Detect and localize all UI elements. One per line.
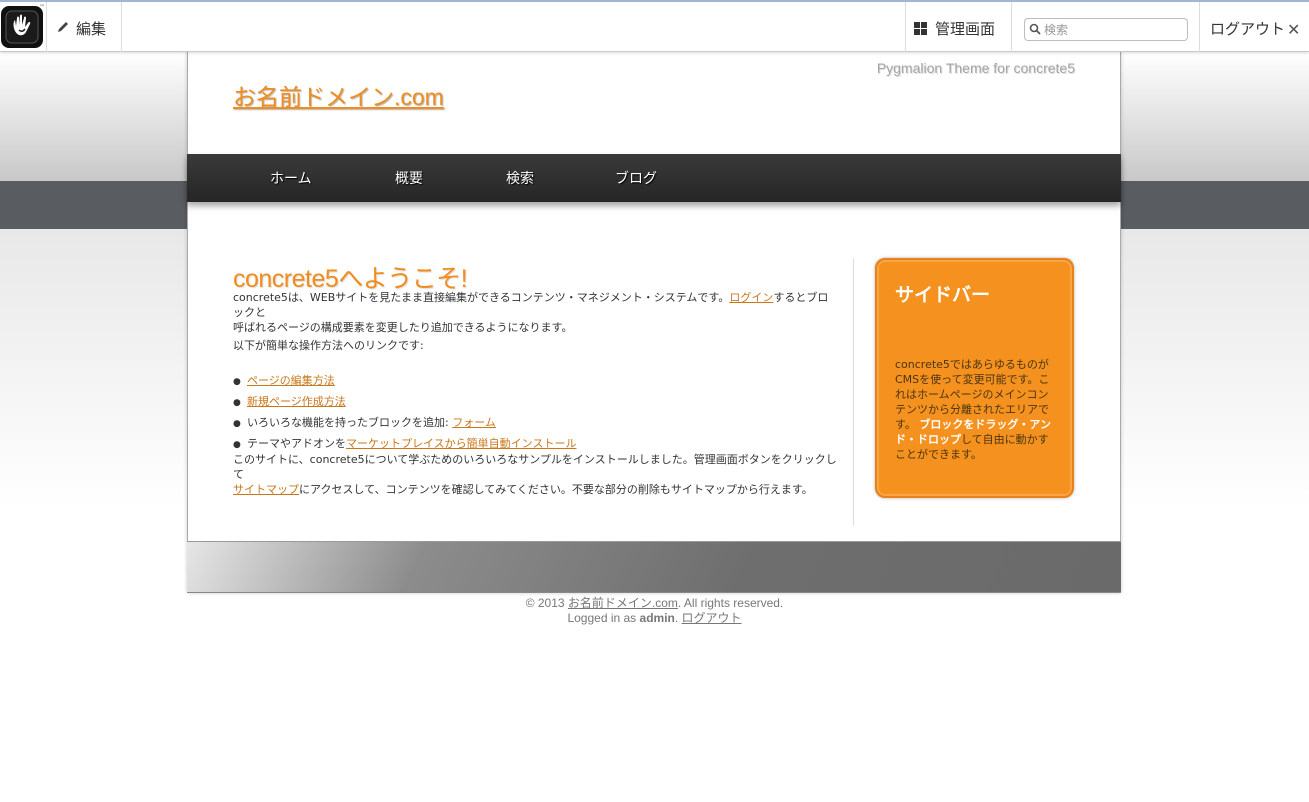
site-name-link[interactable]: お名前ドメイン.com [233,78,444,112]
page-container: お名前ドメイン.com Pygmalion Theme for concrete… [187,52,1121,593]
footer-logout-link[interactable]: ログアウト [682,611,742,625]
logged-in-prefix: Logged in as [567,611,640,625]
toolbar-divider [1011,2,1012,52]
edit-page-link[interactable]: ページの編集方法 [247,374,335,387]
toolbar-divider [905,2,906,52]
sidebar-title: サイドバー [895,285,991,306]
list-item: ● いろいろな機能を持ったブロックを追加: フォーム [233,416,496,429]
sidebar-text: concrete5ではあらゆるものがCMSを使って変更可能です。これはホームペー… [895,357,1057,462]
list-item-text: テーマやアドオンを [247,437,346,450]
toolbar-divider [46,2,47,52]
login-link[interactable]: ログイン [729,291,773,304]
edit-toolbar: ™ 編集 管理画面 ログアウト ✕ [0,0,1309,52]
trademark-mark: ™ [39,4,45,11]
sidebar-box: サイドバー concrete5ではあらゆるものがCMSを使って変更可能です。これ… [875,258,1074,498]
toolbar-divider [121,2,122,52]
column-divider [853,258,854,526]
nav-item-search[interactable]: 検索 [506,168,534,188]
list-item-text: いろいろな機能を持ったブロックを追加: [247,416,453,429]
form-link[interactable]: フォーム [452,416,496,429]
login-status-line: Logged in as admin. ログアウト [0,609,1309,626]
dashboard-grid-icon [914,21,927,35]
toolbar-divider [1199,2,1200,52]
closing-text: このサイトに、concrete5について学ぶためのいろいろなサンプルをインストー… [233,453,837,481]
search-icon [1029,20,1041,39]
intro-text: concrete5は、WEBサイトを見たまま直接編集ができるコンテンツ・マネジメ… [233,291,730,304]
edit-button[interactable]: 編集 [57,17,106,39]
logout-button[interactable]: ログアウト [1210,18,1285,39]
logged-in-sep: . [674,611,682,625]
dashboard-button-label: 管理画面 [935,19,996,38]
nav-item-home[interactable]: ホーム [270,168,312,188]
closing-paragraph: このサイトに、concrete5について学ぶためのいろいろなサンプルをインストー… [233,452,838,497]
new-page-link[interactable]: 新規ページ作成方法 [247,395,346,408]
links-heading: 以下が簡単な操作方法へのリンクです: [233,339,424,352]
copyright-suffix: . All rights reserved. [677,596,784,610]
pencil-icon [57,19,70,37]
intro-paragraph: concrete5は、WEBサイトを見たまま直接編集ができるコンテンツ・マネジメ… [233,290,838,335]
intro-text-line2: 呼ばれるページの構成要素を変更したり追加できるようになります。 [233,321,573,334]
logged-in-user: admin [639,611,675,625]
nav-item-blog[interactable]: ブログ [615,168,657,188]
list-item: ● 新規ページ作成方法 [233,395,346,408]
footer-site-link[interactable]: お名前ドメイン.com [568,596,678,610]
help-links-list: ● ページの編集方法 ● 新規ページ作成方法 ● いろいろな機能を持ったブロックを追加… [233,371,833,455]
main-nav: ホーム 概要 検索 ブログ [187,154,1121,202]
marketplace-link[interactable]: マーケットプレイスから簡単自動インストール [346,437,576,450]
nav-item-about[interactable]: 概要 [395,168,423,188]
dashboard-button[interactable]: 管理画面 [914,17,995,39]
closing-text-cont: にアクセスして、コンテンツを確認してみてください。不要な部分の削除もサイトマップ… [299,483,813,496]
page-footer-bar [187,541,1121,592]
search-input[interactable] [1044,22,1182,37]
copyright-prefix: © 2013 [525,596,568,610]
theme-tagline: Pygmalion Theme for concrete5 [876,60,1075,76]
list-item: ● ページの編集方法 [233,374,335,387]
search-box [1024,18,1188,41]
concrete5-logo-icon[interactable] [1,6,43,48]
edit-button-label: 編集 [76,19,107,38]
close-icon[interactable]: ✕ [1287,20,1300,39]
sitemap-link[interactable]: サイトマップ [233,483,299,496]
